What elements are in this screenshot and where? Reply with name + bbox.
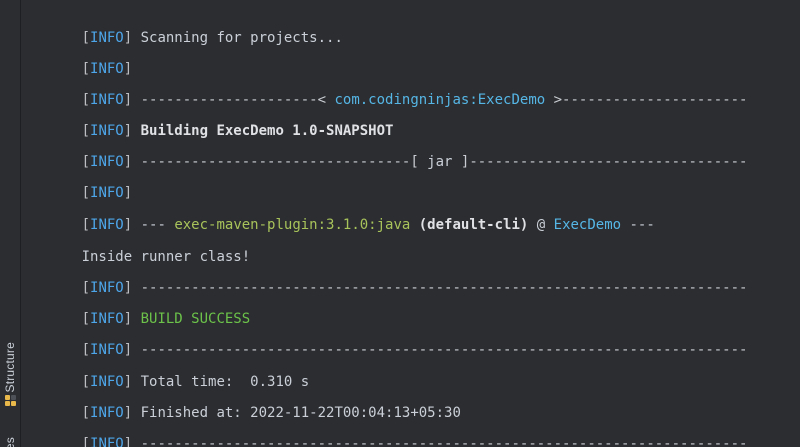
execution-id: (default-cli) — [410, 217, 529, 233]
separator-dashes: >---------------------- — [545, 92, 748, 108]
structure-tab-label: Structure — [3, 341, 17, 393]
at-sign: @ — [528, 217, 554, 233]
console-line: [INFO] --- exec-maven-plugin:3.1.0:java … — [81, 217, 655, 233]
console-line: [INFO] Building ExecDemo 1.0-SNAPSHOT — [81, 123, 394, 139]
console-line: [INFO] Total time: 0.310 s — [81, 374, 310, 390]
console-line: [INFO] Finished at: 2022-11-22T00:04:13+… — [81, 405, 461, 421]
packaging-type: jar — [427, 154, 453, 170]
console-output[interactable]: [INFO] Scanning for projects... [INFO] [… — [21, 0, 800, 447]
partial-tab-label: es — [3, 436, 17, 447]
separator-dashes: ]--------------------------------- — [452, 154, 748, 170]
project-name: ExecDemo — [553, 217, 622, 233]
tool-window-strip: Structure es — [0, 0, 21, 447]
log-message: Scanning for projects... — [140, 30, 343, 46]
console-line: [INFO] --------------------------------[… — [81, 154, 748, 170]
console-line: [INFO] BUILD SUCCESS — [81, 311, 251, 327]
separator-dashes: --------------------------------[ — [140, 154, 428, 170]
console-line: [INFO] ---------------------------------… — [31, 414, 748, 447]
separator-dashes: ----------------------------------------… — [140, 436, 748, 447]
console-line: [INFO] — [81, 185, 133, 201]
console-line: Inside runner class! — [31, 227, 251, 265]
console-line: [INFO] ---------------------------------… — [81, 342, 748, 358]
ide-run-window: Structure es [INFO] Scanning for project… — [0, 0, 800, 447]
console-line: [INFO] Scanning for projects... — [81, 30, 343, 46]
console-line: [INFO] ---------------------< com.coding… — [81, 92, 748, 108]
log-level-tag: INFO — [90, 436, 124, 447]
structure-tool-tab[interactable]: Structure — [0, 318, 20, 406]
console-line: [INFO] ---------------------------------… — [81, 280, 748, 296]
console-line: [INFO] — [81, 61, 133, 77]
plugin-suffix: --- — [621, 217, 655, 233]
partial-tool-tab[interactable]: es — [0, 426, 20, 447]
structure-icon — [4, 395, 16, 406]
